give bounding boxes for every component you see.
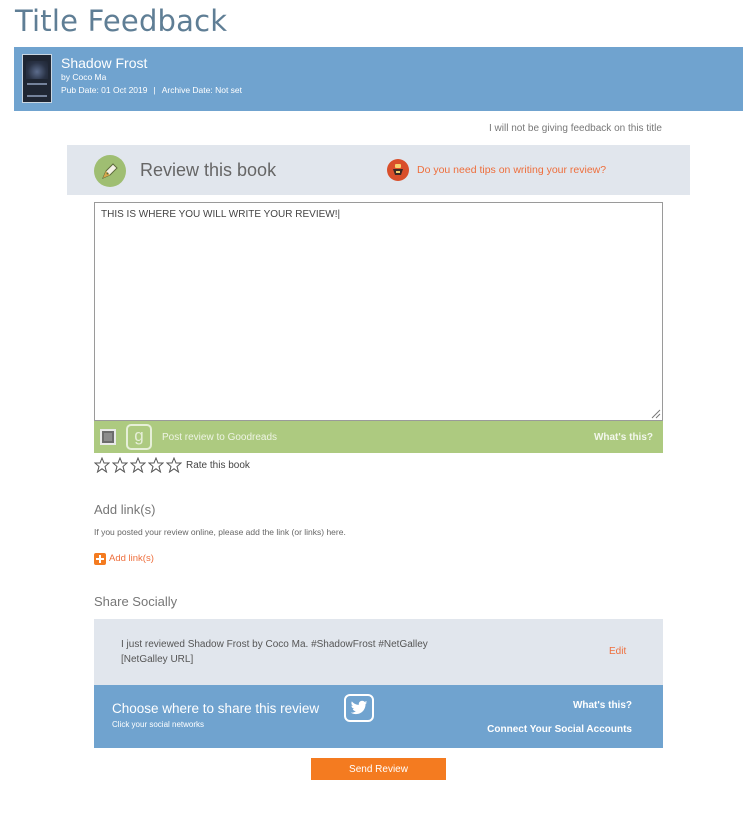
twitter-icon[interactable] xyxy=(344,694,374,722)
share-whats-this-link[interactable]: What's this? xyxy=(573,700,632,711)
star-icon-4[interactable] xyxy=(148,457,164,473)
review-tips-link[interactable]: Do you need tips on writing your review? xyxy=(417,164,606,176)
add-link-label: Add link(s) xyxy=(109,553,154,564)
book-dates: Pub Date: 01 Oct 2019 | Archive Date: Not … xyxy=(61,85,242,95)
review-header: Review this book Do you need tips on wri… xyxy=(67,145,690,195)
goodreads-bar: g Post review to Goodreads What's this? xyxy=(94,421,663,453)
rate-this-book-label: Rate this book xyxy=(186,460,250,471)
star-icon-1[interactable] xyxy=(94,457,110,473)
book-cover-image xyxy=(22,54,52,103)
goodreads-icon: g xyxy=(126,424,152,450)
add-links-title: Add link(s) xyxy=(94,502,156,517)
page-title: Title Feedback xyxy=(15,4,228,38)
date-separator: | xyxy=(153,85,156,95)
send-review-button[interactable]: Send Review xyxy=(311,758,446,780)
share-message: I just reviewed Shadow Frost by Coco Ma.… xyxy=(121,637,501,667)
book-info-bar: Shadow Frost by Coco Ma Pub Date: 01 Oct… xyxy=(14,47,743,111)
star-icon-3[interactable] xyxy=(130,457,146,473)
share-message-line1: I just reviewed Shadow Frost by Coco Ma.… xyxy=(121,639,428,650)
goodreads-checkbox[interactable] xyxy=(100,429,116,445)
share-message-line2: [NetGalley URL] xyxy=(121,654,194,665)
share-socially-title: Share Socially xyxy=(94,594,178,609)
share-choose-subtitle: Click your social networks xyxy=(112,720,205,729)
book-title: Shadow Frost xyxy=(61,55,148,71)
add-links-help: If you posted your review online, please… xyxy=(94,527,346,537)
pen-icon xyxy=(94,155,126,187)
book-author: by Coco Ma xyxy=(61,72,107,82)
connect-social-accounts-link[interactable]: Connect Your Social Accounts xyxy=(487,724,632,735)
share-message-box: I just reviewed Shadow Frost by Coco Ma.… xyxy=(94,619,663,685)
review-textarea[interactable]: THIS IS WHERE YOU WILL WRITE YOUR REVIEW… xyxy=(94,202,663,421)
no-feedback-link[interactable]: I will not be giving feedback on this ti… xyxy=(489,123,662,134)
share-choose-title: Choose where to share this review xyxy=(112,701,320,716)
star-icon-5[interactable] xyxy=(166,457,182,473)
pub-date: Pub Date: 01 Oct 2019 xyxy=(61,85,148,95)
star-icon-2[interactable] xyxy=(112,457,128,473)
goodreads-whats-this-link[interactable]: What's this? xyxy=(594,432,653,443)
archive-date: Archive Date: Not set xyxy=(161,85,243,95)
plus-icon xyxy=(94,553,106,565)
review-section-title: Review this book xyxy=(140,160,277,180)
resize-grip-icon[interactable] xyxy=(649,407,661,419)
share-edit-link[interactable]: Edit xyxy=(609,646,626,657)
goodreads-label: Post review to Goodreads xyxy=(162,432,278,443)
share-networks-bar: Choose where to share this review Click … xyxy=(94,685,663,748)
tips-lamp-icon[interactable] xyxy=(387,159,409,181)
